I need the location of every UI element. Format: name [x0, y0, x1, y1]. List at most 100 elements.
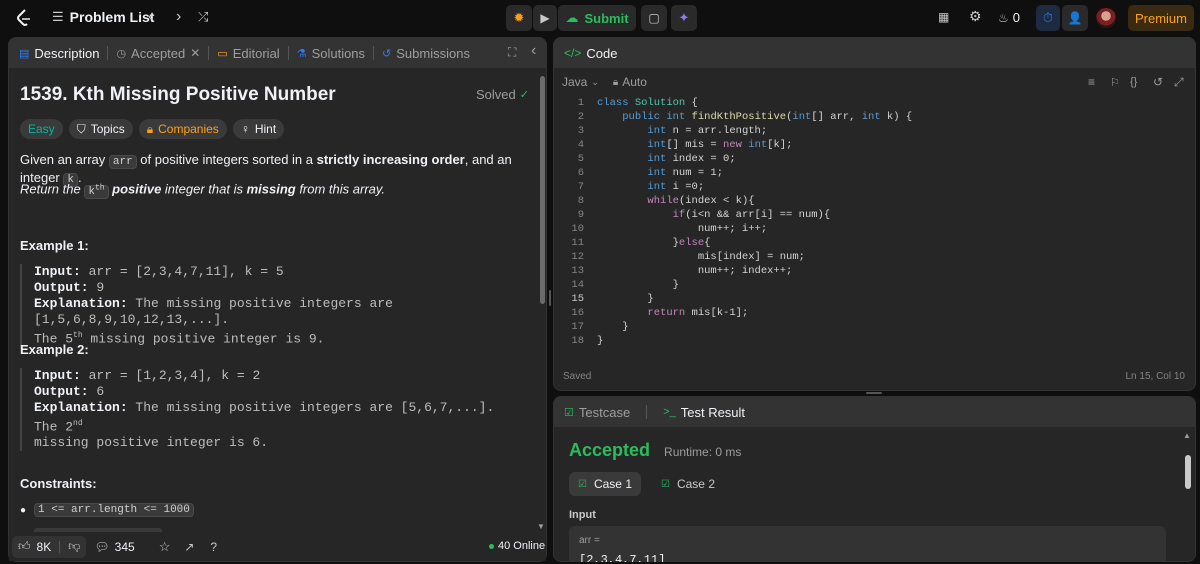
input-box: arr = [2,3,4,7,11] [569, 526, 1166, 562]
premium-label: Premium [1134, 10, 1187, 26]
fire-icon: ♨ [998, 10, 1009, 25]
text: Given an array [20, 152, 109, 167]
avatar[interactable] [1096, 8, 1116, 28]
braces-icon[interactable]: {} [1130, 76, 1137, 88]
line-number: 18 [571, 335, 584, 347]
result-status: Accepted Runtime: 0 ms [569, 440, 741, 461]
line-number: 6 [577, 167, 584, 179]
hint-tag[interactable]: ♀ Hint [232, 119, 285, 139]
code-line: mis[index] = num; [597, 251, 805, 263]
run-button[interactable]: ▶ [533, 5, 557, 31]
tab-description[interactable]: ▤ Description [19, 46, 105, 61]
line-number: 17 [571, 321, 584, 333]
value: missing positive integer is 6. [34, 435, 269, 451]
reset-icon[interactable]: ↺ [1153, 75, 1163, 89]
tab-description-label: Description [34, 45, 100, 61]
shuffle-icon[interactable]: ⤮ [198, 9, 208, 25]
premium-button[interactable]: Premium [1128, 5, 1194, 31]
submit-button[interactable]: ☁ Submit [558, 5, 636, 31]
description-scrollbar[interactable] [540, 76, 545, 304]
bookmark-icon[interactable]: ⚐ [1110, 76, 1120, 89]
add-friend-button[interactable]: 👤 [1062, 5, 1088, 31]
tab-accepted[interactable]: ◷ Accepted ✕ [110, 46, 206, 61]
label: Input: [34, 368, 81, 383]
ai-button[interactable]: ✦ [671, 5, 697, 31]
topics-tag[interactable]: ⛉ Topics [68, 119, 133, 139]
star-icon[interactable]: ☆ [159, 539, 171, 555]
problem-list-button[interactable]: ☰ Problem List [52, 9, 154, 25]
notes-button[interactable]: ▢ [641, 5, 667, 31]
difficulty-badge[interactable]: Easy [20, 119, 63, 139]
fullscreen-icon[interactable]: ⤢ [1174, 75, 1184, 90]
tab-submissions[interactable]: ↺ Submissions [376, 46, 476, 61]
prev-problem-icon[interactable]: ‹ [148, 8, 153, 26]
check-circle-icon: ✓ [519, 89, 529, 101]
tab-testcase[interactable]: ☑ Testcase [564, 405, 636, 420]
scroll-down-icon[interactable]: ▼ [537, 522, 545, 531]
collapse-icon[interactable]: ‹ [531, 42, 536, 60]
value: 6 [88, 384, 105, 399]
next-problem-icon[interactable]: › [176, 8, 181, 26]
companies-tag[interactable]: 🔒︎ Companies [138, 119, 227, 139]
layout-icon[interactable]: ▦ [938, 10, 949, 24]
tab-test-result-label: Test Result [680, 404, 746, 420]
lock-icon: 🔒︎ [146, 121, 154, 136]
maximize-icon[interactable]: ⛶ [508, 45, 516, 60]
tab-test-result[interactable]: >_ Test Result [657, 405, 751, 420]
code-line: while(index < k){ [647, 195, 755, 207]
description-footer: 👍︎ 8K 👎︎ 💬︎ 345 ☆ ↗ ? 40 Online [9, 532, 546, 561]
result-scrollbar[interactable] [1185, 455, 1191, 489]
line-number: 2 [577, 111, 584, 123]
timer-button[interactable]: ⏱ [1036, 5, 1060, 31]
auto-mode[interactable]: 🔒︎ Auto [613, 75, 647, 89]
code-line: class Solution { [597, 97, 698, 109]
close-icon[interactable]: ✕ [190, 46, 200, 60]
tab-divider [287, 46, 289, 60]
settings-icon[interactable]: ⚙ [969, 8, 982, 25]
tab-editorial-label: Editorial [232, 45, 280, 61]
case-1-button[interactable]: ☑ Case 1 [569, 472, 641, 496]
streak-counter[interactable]: ♨ 0 [998, 10, 1020, 25]
solved-status: Solved ✓ [476, 87, 529, 102]
horizontal-splitter[interactable] [866, 392, 882, 394]
label: Output: [34, 384, 89, 399]
thumbs-up-icon[interactable]: 👍︎ [18, 539, 31, 554]
code-line: num++; index++; [597, 265, 793, 277]
label: Explanation: [34, 400, 128, 415]
share-icon[interactable]: ↗ [184, 540, 194, 554]
tab-submissions-label: Submissions [396, 45, 470, 61]
vertical-splitter[interactable] [549, 290, 551, 306]
code-icon: </> [564, 46, 582, 60]
tab-solutions[interactable]: ⚗ Solutions [291, 46, 371, 61]
line-number: 9 [577, 209, 584, 221]
arr-value: [2,3,4,7,11] [579, 553, 666, 562]
note-icon: ▢ [648, 11, 660, 25]
tab-editorial[interactable]: ▭ Editorial [211, 46, 285, 61]
line-number: 7 [577, 181, 584, 193]
difficulty-label: Easy [28, 122, 55, 136]
language-select[interactable]: Java ⌄ [562, 75, 599, 89]
debug-button[interactable]: ✹ [506, 5, 532, 31]
comments-button[interactable]: 💬︎ 345 [94, 540, 134, 554]
checkbox-icon: ☑ [564, 406, 574, 419]
help-icon[interactable]: ? [210, 540, 217, 554]
format-icon[interactable]: ≡ [1088, 75, 1095, 89]
comment-count: 345 [114, 539, 135, 554]
companies-label: Companies [158, 122, 219, 136]
stopwatch-icon: ⏱ [1042, 10, 1054, 25]
code-line: public int findKthPositive(int[] arr, in… [622, 111, 913, 123]
case-2-button[interactable]: ☑ Case 2 [652, 472, 724, 496]
leetcode-logo-icon[interactable] [14, 8, 34, 28]
comment-icon: 💬︎ [94, 539, 110, 554]
thumbs-down-icon[interactable]: 👎︎ [68, 539, 80, 554]
example-1-block: Input: arr = [2,3,4,7,11], k = 5 Output:… [20, 264, 525, 348]
clock-icon: ◷ [116, 47, 127, 60]
cursor-position: Ln 15, Col 10 [1125, 371, 1186, 382]
line-number: 11 [571, 237, 584, 249]
case-2-label: Case 2 [676, 477, 715, 491]
line-number: 5 [577, 153, 584, 165]
tab-divider [646, 405, 648, 419]
line-number: 3 [577, 125, 584, 137]
scroll-up-icon[interactable]: ▲ [1183, 431, 1191, 440]
strong-text: missing [246, 181, 296, 197]
